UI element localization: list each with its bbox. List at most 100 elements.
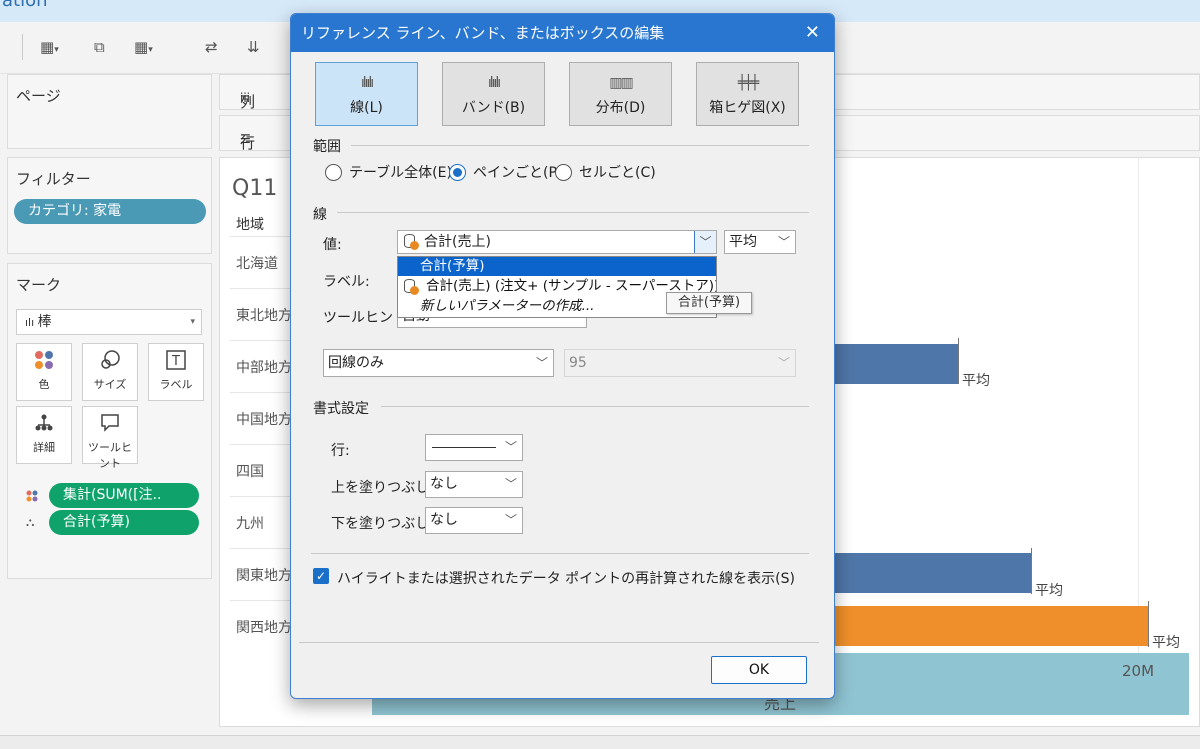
type-line-label: 線(L) xyxy=(350,100,383,116)
label-label: ラベル xyxy=(159,378,193,391)
bar-kanto[interactable] xyxy=(835,553,1031,593)
tooltip-icon xyxy=(83,413,137,437)
line-section-title: 線 xyxy=(313,207,327,223)
columns-label: 列 xyxy=(240,93,256,111)
size-button[interactable]: サイズ xyxy=(82,343,138,401)
mark-type-select[interactable]: ılı 棒 ▾ xyxy=(16,309,202,335)
svg-text:T: T xyxy=(171,354,180,369)
status-bar xyxy=(0,735,1200,749)
radio-dot xyxy=(449,164,466,181)
axis-tick-label: 20M xyxy=(1122,662,1155,680)
chevron-down-icon[interactable]: ﹀ xyxy=(694,231,716,253)
type-distribution-button[interactable]: ▥▥ 分布(D) xyxy=(569,62,672,126)
reference-line[interactable] xyxy=(1031,548,1032,594)
scope-cell-label: セルごと(C) xyxy=(579,165,656,181)
detail-measure-pill[interactable]: 合計(予算) xyxy=(49,510,199,535)
confidence-value-select: 95 ﹀ xyxy=(564,349,796,377)
measure-icon xyxy=(404,234,419,250)
tooltip-button[interactable]: ツールヒント xyxy=(82,406,138,470)
color-button[interactable]: 色 xyxy=(16,343,72,401)
chevron-down-icon: ﹀ xyxy=(535,356,548,370)
filters-title: フィルター xyxy=(16,170,91,188)
detail-icon xyxy=(17,413,71,437)
new-worksheet-icon[interactable]: ▦▾ xyxy=(40,36,59,58)
chevron-down-icon: ﹀ xyxy=(777,356,790,370)
distribution-type-icon: ▥▥ xyxy=(609,75,633,91)
band-type-icon: ılıılı xyxy=(487,75,501,91)
detail-button[interactable]: 詳細 xyxy=(16,406,72,464)
reference-line[interactable] xyxy=(958,338,959,384)
format-section-title: 書式設定 xyxy=(313,401,369,417)
bar-kansai[interactable] xyxy=(835,606,1148,646)
value-selected-text: 合計(売上) xyxy=(424,234,491,250)
value-label: 値: xyxy=(323,237,342,253)
section-divider xyxy=(337,212,809,213)
scope-table-radio[interactable]: テーブル全体(E) xyxy=(325,164,452,182)
aggregation-select[interactable]: 平均 ﹀ xyxy=(724,230,796,254)
label-field-label: ラベル: xyxy=(323,274,370,290)
marks-title: マーク xyxy=(16,276,62,294)
chevron-down-icon: ﹀ xyxy=(504,477,517,491)
type-band-button[interactable]: ılıılı バンド(B) xyxy=(442,62,545,126)
clear-sheet-icon[interactable]: ▦▾ xyxy=(134,36,153,58)
bar-chart-icon: ılı xyxy=(25,316,38,329)
type-boxplot-label: 箱ヒゲ図(X) xyxy=(709,100,786,116)
fill-above-select[interactable]: なし ﹀ xyxy=(425,471,523,498)
duplicate-sheet-icon[interactable]: ⧉ xyxy=(94,36,105,58)
footer-divider xyxy=(299,642,819,643)
ok-button[interactable]: OK xyxy=(711,656,807,684)
color-icon xyxy=(17,350,71,374)
radio-dot xyxy=(555,164,572,181)
reference-label: 平均 xyxy=(962,373,990,389)
fill-above-label: 上を塗りつぶし: xyxy=(331,480,434,496)
aggregation-value: 平均 xyxy=(729,234,757,250)
color-label: 色 xyxy=(38,378,50,391)
highlight-recalc-checkbox[interactable]: ✓ xyxy=(313,568,329,584)
scope-cell-radio[interactable]: セルごと(C) xyxy=(555,164,656,182)
scope-pane-radio[interactable]: ペインごと(P) xyxy=(449,164,562,182)
pages-panel: ページ xyxy=(7,74,212,149)
color-measure-pill[interactable]: 集計(SUM([注.. xyxy=(49,483,199,508)
confidence-value: 95 xyxy=(569,355,587,371)
mark-type-value: 棒 xyxy=(37,314,52,330)
pages-title: ページ xyxy=(16,87,61,105)
line-style-select[interactable]: ﹀ xyxy=(425,434,523,461)
tooltip-label: ツールヒント xyxy=(88,441,132,470)
type-band-label: バンド(B) xyxy=(461,100,526,116)
region-header: 地域 xyxy=(236,217,264,233)
section-divider xyxy=(351,145,809,146)
dialog-title: リファレンス ライン、バンド、またはボックスの編集 xyxy=(291,14,834,52)
filter-pill[interactable]: カテゴリ: 家電 xyxy=(14,199,206,224)
sort-icon[interactable]: ⇊ xyxy=(247,36,260,58)
checkmark-icon: ✓ xyxy=(315,569,327,583)
section-divider xyxy=(311,553,809,554)
toolbar-separator xyxy=(22,34,23,60)
size-icon xyxy=(83,350,137,374)
dropdown-item[interactable]: 合計(予算) xyxy=(398,257,716,276)
label-button[interactable]: T ラベル xyxy=(148,343,204,401)
chevron-down-icon: ▾ xyxy=(190,317,195,327)
bar-chubu[interactable] xyxy=(835,344,958,384)
gridline xyxy=(1138,158,1139,658)
filters-panel: フィルター カテゴリ: 家電 xyxy=(7,157,212,254)
type-line-button[interactable]: ılıılı 線(L) xyxy=(315,62,418,126)
close-icon[interactable]: ✕ xyxy=(805,14,820,52)
label-icon: T xyxy=(149,350,203,374)
fill-below-label: 下を塗りつぶし: xyxy=(331,516,434,532)
detail-label: 詳細 xyxy=(33,441,55,454)
marks-panel: マーク ılı 棒 ▾ 色 サイズ T ラベル 詳細 ツールヒント 集計(SUM… xyxy=(7,263,212,579)
scope-table-label: テーブル全体(E) xyxy=(349,165,452,181)
confidence-select[interactable]: 回線のみ ﹀ xyxy=(323,349,554,377)
chevron-down-icon: ﹀ xyxy=(777,235,790,249)
type-boxplot-button[interactable]: ╪╪╪ 箱ヒゲ図(X) xyxy=(696,62,799,126)
fill-below-select[interactable]: なし ﹀ xyxy=(425,507,523,534)
reference-label: 平均 xyxy=(1035,583,1063,599)
sheet-title: Q11 xyxy=(232,176,278,201)
swap-icon[interactable]: ⇄ xyxy=(205,36,218,58)
value-select[interactable]: 合計(売上) ﹀ xyxy=(397,230,717,254)
reference-line[interactable] xyxy=(1148,601,1149,647)
chevron-down-icon: ﹀ xyxy=(504,513,517,527)
color-pill-icon xyxy=(26,490,38,505)
hover-tooltip: 合計(予算) xyxy=(666,292,752,314)
highlight-recalc-label: ハイライトまたは選択されたデータ ポイントの再計算された線を表示(S) xyxy=(337,571,795,587)
